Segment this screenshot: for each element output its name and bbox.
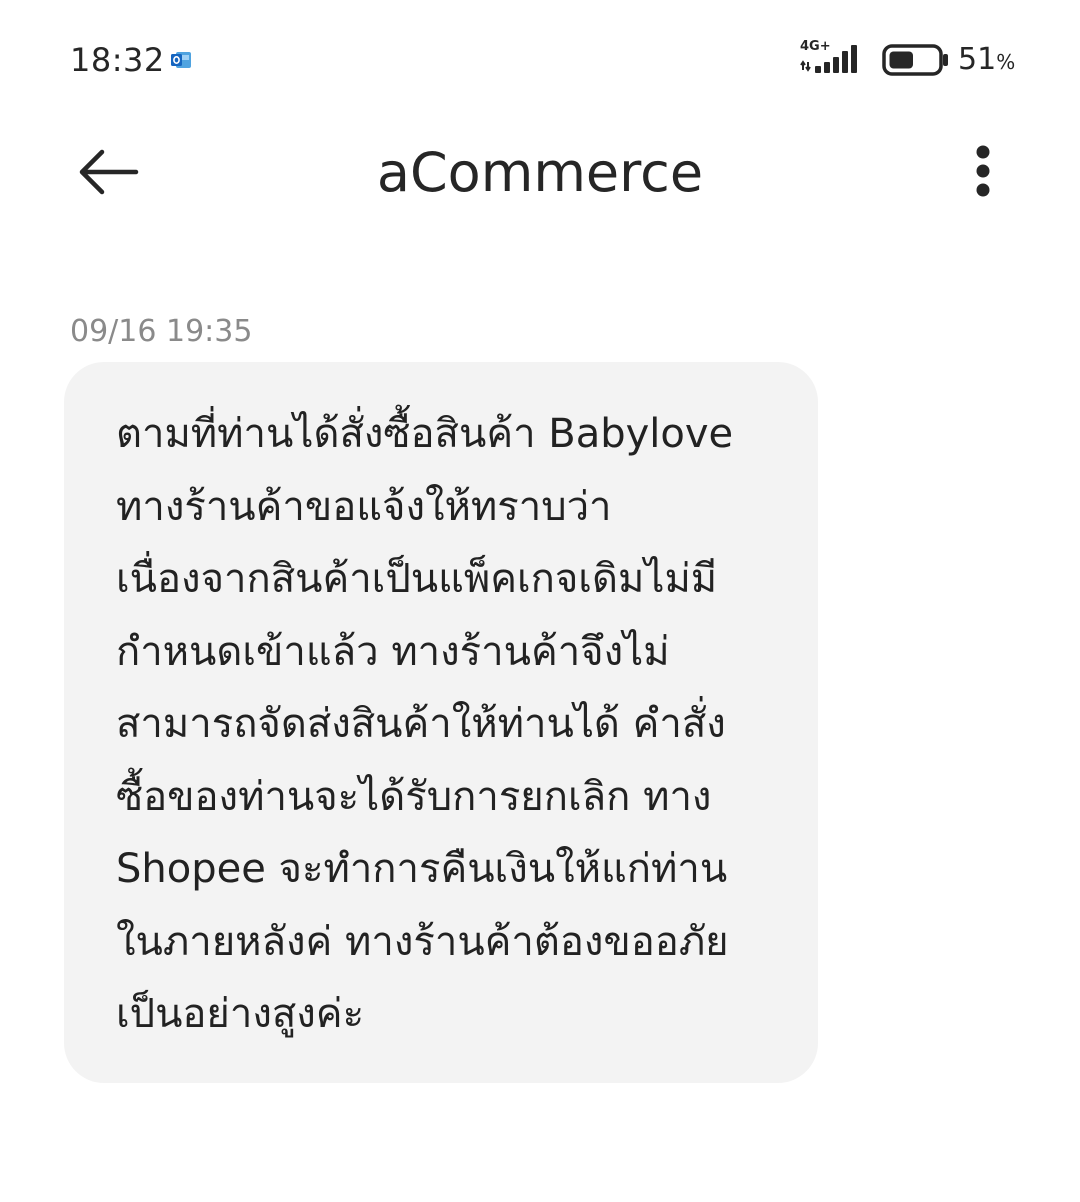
message-bubble[interactable]: ตามที่ท่านได้สั่งซื้อสินค้า Babylove ทาง… — [64, 362, 818, 1083]
arrow-left-icon — [79, 149, 139, 195]
sms-conversation-screen: 18:32 4G+ 51% aCommerce 09/16 19:35 ตามท… — [0, 0, 1080, 1202]
status-time: 18:32 — [70, 41, 165, 79]
message-line: Shopee จะทำการคืนเงินให้แก่ท่าน — [116, 846, 728, 892]
back-button[interactable] — [72, 142, 144, 202]
message-line: กำหนดเข้าแล้ว ทางร้านค้าจึงไม่ — [116, 628, 670, 675]
message-line: ตามที่ท่านได้สั่งซื้อสินค้า Babylove — [116, 411, 734, 457]
more-vertical-icon — [976, 145, 990, 197]
message-timestamp: 09/16 19:35 — [70, 314, 253, 349]
message-line: ซื้อของท่านจะได้รับการยกเลิก ทาง — [116, 773, 712, 820]
signal-icon: 4G+ — [800, 40, 870, 76]
conversation-header: aCommerce — [0, 120, 1080, 230]
battery-icon — [882, 44, 950, 76]
more-options-button[interactable] — [956, 140, 1010, 206]
battery-percent: 51% — [958, 42, 1016, 77]
message-line: ในภายหลังค่ ทางร้านค้าต้องขออภัย — [116, 918, 729, 965]
conversation-title: aCommerce — [376, 141, 704, 204]
status-bar: 18:32 4G+ 51% — [0, 0, 1080, 120]
message-line: เป็นอย่างสูงค่ะ — [116, 991, 365, 1037]
message-line: ทางร้านค้าขอแจ้งให้ทราบว่า — [116, 483, 612, 530]
outlook-icon — [170, 49, 192, 71]
message-line: สามารถจัดส่งสินค้าให้ท่านได้ คำสั่ง — [116, 701, 726, 747]
message-line: เนื่องจากสินค้าเป็นแพ็คเกจเดิมไม่มี — [116, 556, 718, 602]
